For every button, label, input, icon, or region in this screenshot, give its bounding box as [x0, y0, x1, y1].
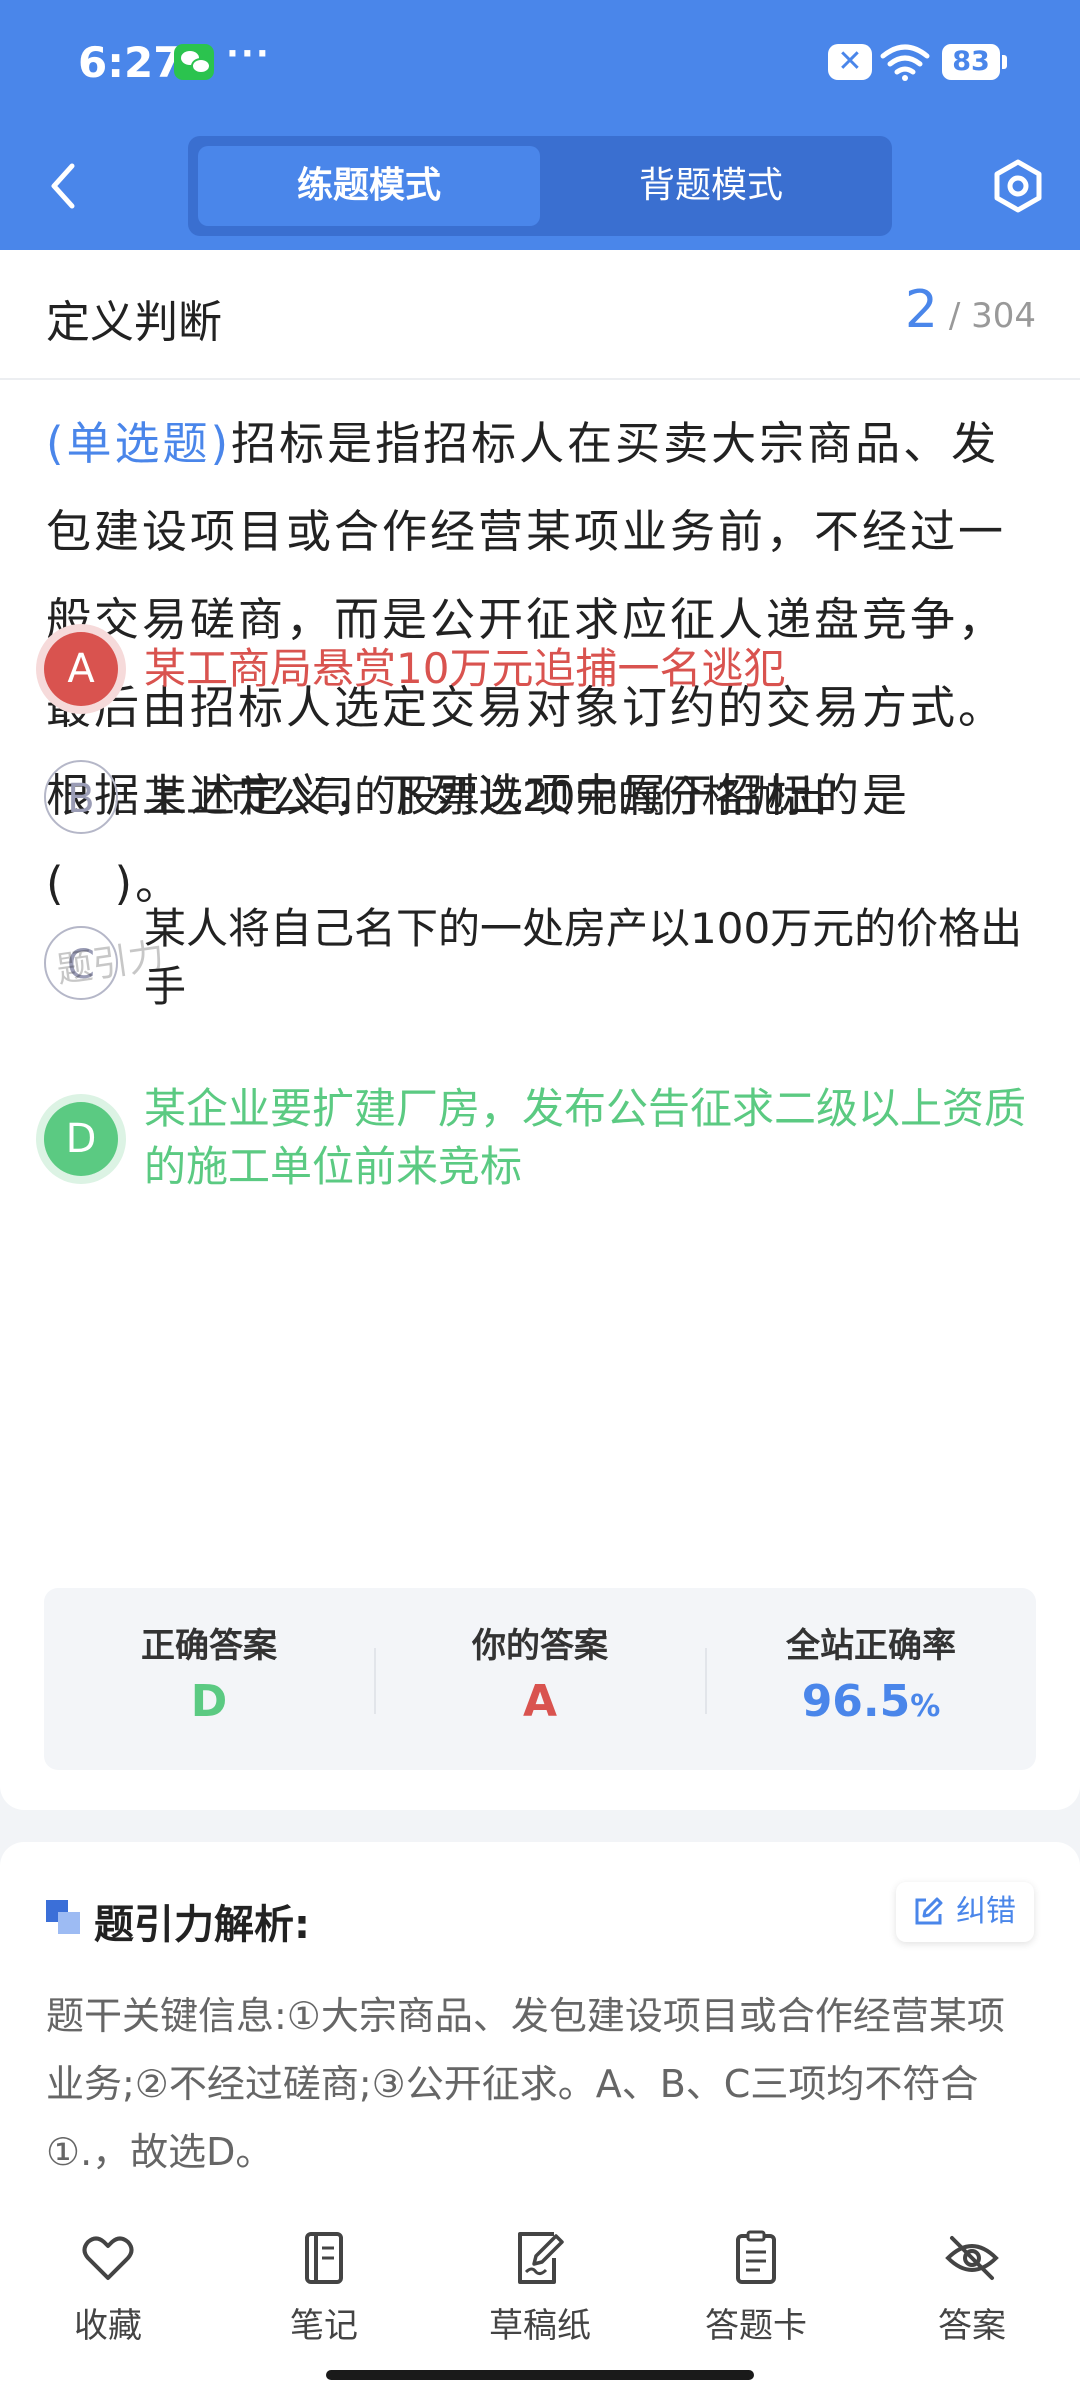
- tab-memorize-mode[interactable]: 背题模式: [540, 146, 882, 226]
- option-b[interactable]: B 某上市公司的股票以20元的价格抛出': [40, 760, 1040, 850]
- report-error-label: 纠错: [956, 1894, 1016, 1929]
- question-category: 定义判断: [46, 297, 222, 348]
- report-error-button[interactable]: 纠错: [896, 1882, 1034, 1942]
- edit-icon: [915, 1897, 943, 1925]
- option-c[interactable]: C 题引力 某人将自己名下的一处房产以100万元的价格出手: [40, 904, 1040, 1036]
- option-letter: A: [44, 632, 118, 706]
- your-answer-value: A: [522, 1676, 558, 1727]
- eye-off-icon: [945, 2236, 999, 2280]
- stat-correct-answer: 正确答案 D: [44, 1588, 374, 1770]
- stat-label: 你的答案: [472, 1626, 608, 1666]
- nav-answer[interactable]: 答案: [902, 2228, 1042, 2347]
- notebook-icon: [305, 2232, 343, 2284]
- accuracy-number: 96.5: [801, 1676, 911, 1727]
- question-header: 定义判断 2 / 304: [0, 250, 1080, 380]
- mute-icon: ✕: [828, 44, 872, 80]
- nav-label: 草稿纸: [489, 2306, 591, 2346]
- option-text: 某企业要扩建厂房，发布公告征求二级以上资质的施工单位前来竞标: [144, 1084, 1027, 1191]
- nav-notes[interactable]: 笔记: [254, 2228, 394, 2347]
- mode-switch: 练题模式 背题模式: [188, 136, 892, 236]
- battery-icon: 83: [942, 44, 1007, 80]
- option-letter: B: [44, 760, 118, 834]
- wechat-icon: [174, 44, 214, 80]
- stat-your-answer: 你的答案 A: [375, 1588, 705, 1770]
- accuracy-unit: %: [910, 1689, 941, 1724]
- tab-practice-mode[interactable]: 练题模式: [198, 146, 540, 226]
- heart-icon: [82, 2236, 134, 2280]
- status-bar: 6:27 ··· ✕ 83: [0, 0, 1080, 125]
- analysis-icon: [46, 1900, 80, 1934]
- nav-label: 笔记: [290, 2306, 358, 2346]
- analysis-card: 题引力解析: 纠错 题干关键信息:①大宗商品、发包建设项目或合作经营某项业务;②…: [0, 1842, 1080, 2242]
- answer-card-icon: [736, 2230, 776, 2284]
- status-time: 6:27: [78, 38, 183, 87]
- answer-stats: 正确答案 D 你的答案 A 全站正确率 96.5%: [44, 1588, 1036, 1770]
- nav-answer-card[interactable]: 答题卡: [686, 2228, 826, 2347]
- settings-icon[interactable]: [990, 158, 1046, 214]
- option-a[interactable]: A 某工商局悬赏10万元追捕一名逃犯: [40, 632, 1040, 722]
- current-index: 2: [904, 280, 939, 340]
- nav-label: 答案: [938, 2306, 1006, 2346]
- question-counter: 2 / 304: [905, 280, 1036, 340]
- stat-label: 全站正确率: [786, 1626, 956, 1666]
- nav-draft[interactable]: 草稿纸: [470, 2228, 610, 2347]
- draft-icon: [518, 2232, 564, 2284]
- top-header: 6:27 ··· ✕ 83 练题模式 背题模式: [0, 0, 1080, 250]
- wifi-icon: [880, 44, 930, 81]
- nav-favorite[interactable]: 收藏: [38, 2228, 178, 2347]
- question-type: (单选题): [46, 417, 232, 470]
- option-text: 某工商局悬赏10万元追捕一名逃犯: [144, 644, 786, 693]
- option-d[interactable]: D 某企业要扩建厂房，发布公告征求二级以上资质的施工单位前来竞标: [40, 1082, 1040, 1212]
- question-card: 定义判断 2 / 304 (单选题)招标是指招标人在买卖大宗商品、发包建设项目或…: [0, 250, 1080, 1810]
- analysis-title: 题引力解析:: [94, 1902, 310, 1948]
- analysis-text: 题干关键信息:①大宗商品、发包建设项目或合作经营某项业务;②不经过磋商;③公开征…: [46, 1994, 1005, 2174]
- home-indicator[interactable]: [326, 2370, 754, 2380]
- nav-label: 答题卡: [705, 2306, 807, 2346]
- more-notifications-icon: ···: [226, 34, 271, 74]
- total-count: / 304: [948, 296, 1036, 336]
- nav-label: 收藏: [74, 2306, 142, 2346]
- back-arrow-icon[interactable]: [44, 158, 84, 214]
- option-text: 某人将自己名下的一处房产以100万元的价格出手: [144, 904, 1023, 1011]
- correct-answer-value: D: [190, 1676, 228, 1727]
- stat-accuracy: 全站正确率 96.5%: [706, 1588, 1036, 1770]
- accuracy-value: 96.5%: [706, 1676, 1036, 1727]
- option-text: 某上市公司的股票以20元的价格抛出': [144, 772, 839, 821]
- option-letter: D: [44, 1102, 118, 1176]
- stat-label: 正确答案: [141, 1626, 277, 1666]
